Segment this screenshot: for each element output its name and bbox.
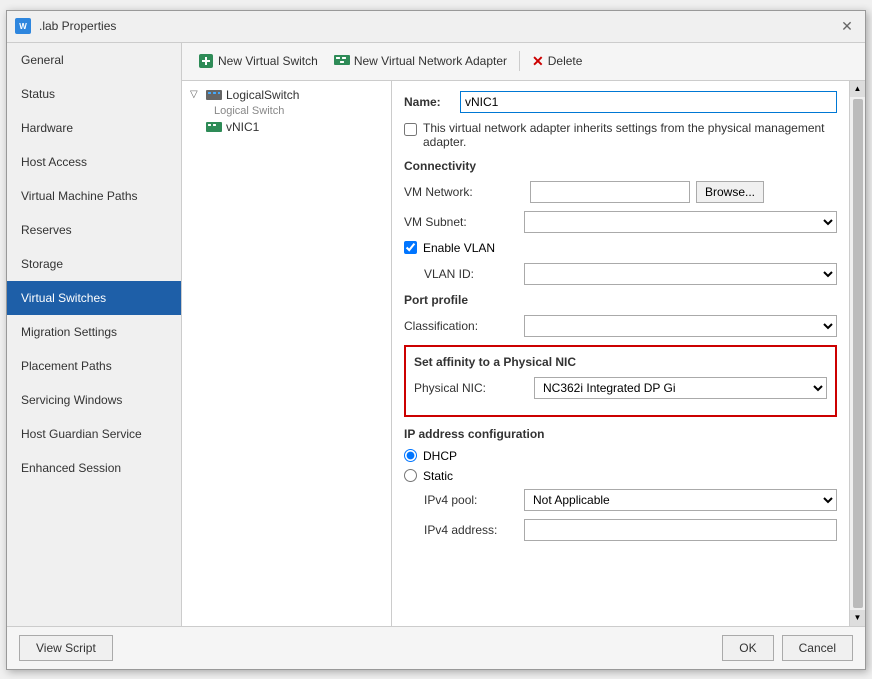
ipv4-pool-label: IPv4 pool:	[404, 493, 524, 507]
window-title: .lab Properties	[39, 19, 116, 33]
new-virtual-network-adapter-button[interactable]: New Virtual Network Adapter	[326, 49, 515, 74]
scrollbar-up[interactable]: ▲	[850, 81, 865, 97]
vm-subnet-row: VM Subnet:	[404, 211, 837, 233]
ipv4-address-row: IPv4 address:	[404, 519, 837, 541]
inherit-text: This virtual network adapter inherits se…	[423, 121, 837, 149]
browse-button[interactable]: Browse...	[696, 181, 764, 203]
enable-vlan-row: Enable VLAN	[404, 241, 837, 255]
classification-select[interactable]	[524, 315, 837, 337]
vlan-id-label: VLAN ID:	[404, 267, 524, 281]
switch-icon	[206, 88, 222, 102]
name-input[interactable]	[460, 91, 837, 113]
view-script-button[interactable]: View Script	[19, 635, 113, 661]
ipv4-pool-row: IPv4 pool: Not Applicable	[404, 489, 837, 511]
vm-network-input[interactable]	[530, 181, 690, 203]
vm-network-label: VM Network:	[404, 185, 524, 199]
physical-nic-label: Physical NIC:	[414, 381, 534, 395]
dhcp-row: DHCP	[404, 449, 837, 463]
inherit-row: This virtual network adapter inherits se…	[404, 121, 837, 149]
inherit-checkbox[interactable]	[404, 123, 417, 136]
nic-icon	[206, 120, 222, 134]
dhcp-radio[interactable]	[404, 449, 417, 462]
affinity-section: Set affinity to a Physical NIC Physical …	[404, 345, 837, 417]
static-radio[interactable]	[404, 469, 417, 482]
sidebar-item-hardware[interactable]: Hardware	[7, 111, 181, 145]
tree-child-label: vNIC1	[226, 120, 259, 134]
ip-config-header: IP address configuration	[404, 427, 837, 441]
sidebar-item-migration[interactable]: Migration Settings	[7, 315, 181, 349]
delete-label: Delete	[548, 54, 583, 68]
sidebar-item-guardian[interactable]: Host Guardian Service	[7, 417, 181, 451]
tree-root-label: LogicalSwitch	[226, 88, 299, 102]
physical-nic-row: Physical NIC: NC362i Integrated DP Gi	[414, 377, 827, 399]
vlan-id-select[interactable]	[524, 263, 837, 285]
ipv4-address-input[interactable]	[524, 519, 837, 541]
ok-button[interactable]: OK	[722, 635, 773, 661]
ipv4-pool-select[interactable]: Not Applicable	[524, 489, 837, 511]
sidebar-item-placement[interactable]: Placement Paths	[7, 349, 181, 383]
vm-network-row: VM Network: Browse...	[404, 181, 837, 203]
delete-icon: ✕	[532, 53, 544, 70]
footer-right: OK Cancel	[722, 635, 853, 661]
main-area: New Virtual Switch New Virtual Network A…	[182, 43, 865, 626]
tree-root-item[interactable]: ▽ LogicalSwitch	[186, 85, 387, 105]
tree-panel: ▽ LogicalSwitch Logical Switch	[182, 81, 392, 626]
content-area: General Status Hardware Host Access Virt…	[7, 43, 865, 626]
static-row: Static	[404, 469, 837, 483]
network-adapter-icon	[334, 53, 350, 70]
tree-root-sublabel: Logical Switch	[186, 105, 387, 117]
enable-vlan-checkbox[interactable]	[404, 241, 417, 254]
properties-panel: Name: This virtual network adapter inher…	[392, 81, 849, 626]
main-window: W .lab Properties ✕ General Status Hardw…	[6, 10, 866, 670]
toolbar: New Virtual Switch New Virtual Network A…	[182, 43, 865, 81]
sidebar-item-servicing[interactable]: Servicing Windows	[7, 383, 181, 417]
classification-row: Classification:	[404, 315, 837, 337]
enable-vlan-label: Enable VLAN	[423, 241, 495, 255]
svg-text:W: W	[19, 22, 27, 31]
sidebar-item-storage[interactable]: Storage	[7, 247, 181, 281]
scrollbar-down[interactable]: ▼	[850, 610, 865, 626]
connectivity-header: Connectivity	[404, 159, 837, 173]
new-virtual-network-adapter-label: New Virtual Network Adapter	[354, 54, 507, 68]
name-label: Name:	[404, 95, 454, 109]
sidebar: General Status Hardware Host Access Virt…	[7, 43, 182, 626]
close-button[interactable]: ✕	[837, 16, 857, 36]
cancel-button[interactable]: Cancel	[782, 635, 853, 661]
plus-icon	[198, 53, 214, 69]
tree-child-item[interactable]: vNIC1	[186, 117, 387, 137]
sidebar-item-status[interactable]: Status	[7, 77, 181, 111]
vm-subnet-label: VM Subnet:	[404, 215, 524, 229]
new-virtual-switch-button[interactable]: New Virtual Switch	[190, 49, 326, 73]
sidebar-item-general[interactable]: General	[7, 43, 181, 77]
vlan-id-row: VLAN ID:	[404, 263, 837, 285]
scrollbar-thumb[interactable]	[853, 99, 863, 608]
toolbar-separator	[519, 51, 520, 71]
affinity-header: Set affinity to a Physical NIC	[414, 355, 827, 369]
sidebar-item-host-access[interactable]: Host Access	[7, 145, 181, 179]
port-profile-header: Port profile	[404, 293, 837, 307]
tree-expand-icon: ▽	[190, 89, 202, 100]
footer: View Script OK Cancel	[7, 626, 865, 669]
sidebar-item-vm-paths[interactable]: Virtual Machine Paths	[7, 179, 181, 213]
name-row: Name:	[404, 91, 837, 113]
titlebar-left: W .lab Properties	[15, 18, 116, 34]
ipv4-address-label: IPv4 address:	[404, 523, 524, 537]
sidebar-item-virtual-switches[interactable]: Virtual Switches	[7, 281, 181, 315]
delete-button[interactable]: ✕ Delete	[524, 49, 590, 74]
dhcp-label: DHCP	[423, 449, 457, 463]
classification-label: Classification:	[404, 319, 524, 333]
window-icon: W	[15, 18, 31, 34]
physical-nic-select[interactable]: NC362i Integrated DP Gi	[534, 377, 827, 399]
footer-left: View Script	[19, 635, 113, 661]
sidebar-item-reserves[interactable]: Reserves	[7, 213, 181, 247]
static-label: Static	[423, 469, 453, 483]
titlebar: W .lab Properties ✕	[7, 11, 865, 43]
scrollbar: ▲ ▼	[849, 81, 865, 626]
sidebar-item-enhanced[interactable]: Enhanced Session	[7, 451, 181, 485]
body-content: ▽ LogicalSwitch Logical Switch	[182, 81, 865, 626]
new-virtual-switch-label: New Virtual Switch	[218, 54, 318, 68]
vm-subnet-select[interactable]	[524, 211, 837, 233]
